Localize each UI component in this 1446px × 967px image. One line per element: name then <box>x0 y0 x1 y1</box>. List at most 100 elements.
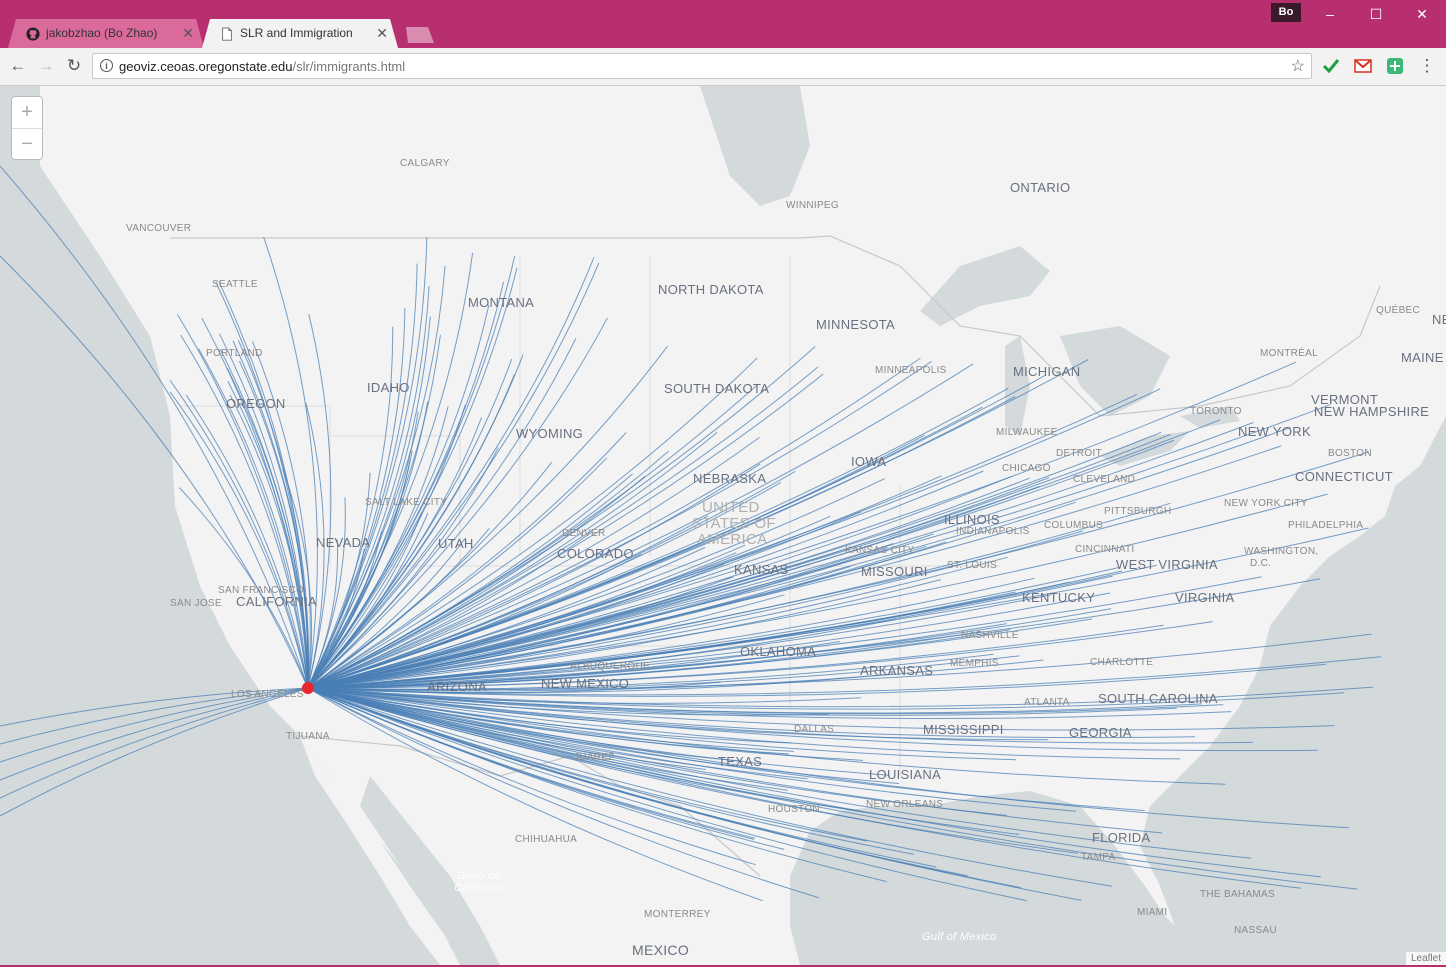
city-label: MONTERREY <box>644 909 711 920</box>
city-label: SALT LAKE CITY <box>365 497 448 508</box>
green-extension-icon[interactable] <box>1386 57 1404 75</box>
city-label: ATLANTA <box>1024 697 1070 708</box>
city-label: TIJUANA <box>286 731 330 742</box>
address-bar[interactable]: i geoviz.ceoas.oregonstate.edu/slr/immig… <box>92 53 1312 79</box>
state-label: SOUTH DAKOTA <box>664 381 770 396</box>
city-label: CINCINNATI <box>1075 544 1135 555</box>
city-label: INDIANAPOLIS <box>956 526 1030 537</box>
city-label: CLEVELAND <box>1073 474 1136 485</box>
state-label: ARKANSAS <box>860 663 934 678</box>
state-label: OKLAHOMA <box>740 644 817 659</box>
city-label: NEW ORLEANS <box>866 799 944 810</box>
country-label: UNITED <box>702 499 760 516</box>
state-label: MISSISSIPPI <box>923 722 1004 737</box>
bookmark-star-icon[interactable]: ☆ <box>1291 56 1305 76</box>
country-label: AMERICA <box>697 531 768 548</box>
flow-line <box>0 687 309 817</box>
city-label: TORONTO <box>1190 406 1242 417</box>
state-label: OREGON <box>226 396 286 411</box>
state-label: VIRGINIA <box>1175 590 1235 605</box>
tab-title: jakobzhao (Bo Zhao) <box>46 26 158 40</box>
close-tab-icon[interactable]: ✕ <box>182 25 194 42</box>
city-label: QUÉBEC <box>1376 305 1421 316</box>
city-label: MONTRÉAL <box>1260 348 1318 359</box>
country-label: MEXICO <box>632 942 690 958</box>
state-label: IDAHO <box>367 380 410 395</box>
city-label: PHILADELPHIA <box>1288 520 1364 531</box>
back-icon[interactable]: ← <box>8 56 28 76</box>
city-label: ALBUQUERQUE <box>570 661 650 672</box>
state-label-clipped: NE <box>1432 312 1446 327</box>
github-icon <box>26 27 40 41</box>
state-label: NEBRASKA <box>693 471 767 486</box>
state-label: COLORADO <box>557 546 634 561</box>
state-label: IOWA <box>851 454 887 469</box>
reload-icon[interactable]: ↻ <box>64 56 84 76</box>
state-label: TEXAS <box>718 754 763 769</box>
state-label: MICHIGAN <box>1013 364 1081 379</box>
state-label: GEORGIA <box>1069 725 1132 740</box>
forward-icon[interactable]: → <box>36 56 56 76</box>
page-icon <box>222 27 232 41</box>
city-label: D.C. <box>1250 558 1272 569</box>
city-label: ST. LOUIS <box>947 560 997 571</box>
province-label: ONTARIO <box>1010 180 1071 195</box>
city-label: COLUMBUS <box>1044 520 1104 531</box>
menu-icon[interactable]: ⋮ <box>1417 56 1437 76</box>
state-label: ARIZONA <box>427 679 487 694</box>
state-label: UTAH <box>438 536 474 551</box>
city-label: MILWAUKEE <box>996 427 1058 438</box>
city-label: JUAREZ <box>574 752 615 763</box>
city-label: WASHINGTON, <box>1244 546 1319 557</box>
checkmark-extension-icon[interactable] <box>1322 57 1340 75</box>
gmail-icon[interactable] <box>1354 57 1372 75</box>
tab-github[interactable]: jakobzhao (Bo Zhao) ✕ <box>8 19 204 48</box>
state-label: KANSAS <box>734 562 789 577</box>
map-canvas[interactable]: OREGON IDAHO MONTANA WYOMING NEVADA UTAH… <box>0 86 1446 965</box>
country-label: STATES OF <box>692 515 776 532</box>
profile-badge[interactable]: Bo <box>1271 3 1301 22</box>
city-label: PITTSBURGH <box>1104 506 1172 517</box>
state-label: NORTH DAKOTA <box>658 282 764 297</box>
city-label: CALGARY <box>400 158 450 169</box>
water-label: Golfo de California <box>454 870 504 894</box>
state-label: NEVADA <box>316 535 371 550</box>
state-label: NEW HAMPSHIRE <box>1314 404 1430 419</box>
city-label: NEW YORK CITY <box>1224 498 1308 509</box>
city-label: BOSTON <box>1328 448 1372 459</box>
tab-title: SLR and Immigration <box>240 26 353 40</box>
water-label: Gulf of Mexico <box>922 931 997 943</box>
info-icon[interactable]: i <box>100 59 113 72</box>
zoom-in-button[interactable]: + <box>12 97 42 129</box>
close-window-icon[interactable]: ✕ <box>1402 4 1442 24</box>
minimize-icon[interactable]: – <box>1310 4 1350 24</box>
tab-slr-immigration[interactable]: SLR and Immigration ✕ <box>202 19 398 48</box>
city-label: SEATTLE <box>212 279 258 290</box>
state-label: MISSOURI <box>861 564 928 579</box>
close-tab-icon[interactable]: ✕ <box>376 25 388 42</box>
new-tab-button[interactable] <box>406 27 434 43</box>
state-label: CONNECTICUT <box>1295 469 1393 484</box>
state-label: KENTUCKY <box>1022 590 1096 605</box>
url-text[interactable]: geoviz.ceoas.oregonstate.edu/slr/immigra… <box>119 59 405 74</box>
state-label: CALIFORNIA <box>236 594 318 609</box>
city-label: MINNEAPOLIS <box>875 365 947 376</box>
city-label: HOUSTON <box>768 804 820 815</box>
zoom-out-button[interactable]: − <box>12 129 42 160</box>
state-label: MINNESOTA <box>816 317 896 332</box>
state-label: SOUTH CAROLINA <box>1098 691 1218 706</box>
state-label: FLORIDA <box>1092 830 1151 845</box>
city-label: MIAMI <box>1137 907 1168 918</box>
state-label: ILLINOIS <box>944 512 1000 527</box>
state-label: WEST VIRGINIA <box>1116 557 1218 572</box>
flow-line <box>0 687 309 781</box>
state-label: WYOMING <box>516 426 584 441</box>
city-label: TAMPA <box>1081 852 1116 863</box>
browser-toolbar: ← → ↻ i geoviz.ceoas.oregonstate.edu/slr… <box>0 48 1446 86</box>
state-label: NEW MEXICO <box>541 676 630 691</box>
city-label: VANCOUVER <box>126 223 192 234</box>
city-label: KANSAS CITY <box>845 545 915 556</box>
state-label: NEW YORK <box>1238 424 1311 439</box>
map-attribution[interactable]: Leaflet <box>1405 952 1446 965</box>
maximize-icon[interactable]: ☐ <box>1356 4 1396 24</box>
